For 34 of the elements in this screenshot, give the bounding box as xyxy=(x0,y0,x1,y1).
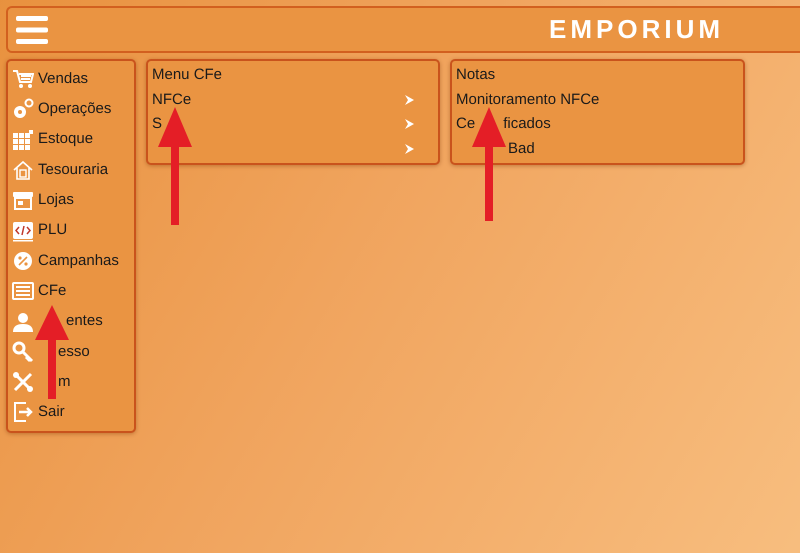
submenu-item[interactable]: Menu CFe xyxy=(152,64,222,86)
submenu-item[interactable]: NFCe xyxy=(152,88,192,111)
person-icon xyxy=(12,310,34,333)
submenu-item[interactable]: Monitoramento NFCe xyxy=(456,88,600,111)
sidebar-item[interactable]: Sair xyxy=(38,401,65,424)
sidebar-item[interactable]: PLU xyxy=(38,219,68,242)
submenu-item[interactable]: Notas xyxy=(456,64,496,86)
code-icon xyxy=(12,220,34,242)
house-icon xyxy=(12,159,34,182)
sidebar-item[interactable]: Operações xyxy=(38,98,112,121)
cart-icon xyxy=(12,68,34,90)
list-icon xyxy=(12,280,34,302)
sidebar-item[interactable]: m xyxy=(58,370,70,394)
sidebar-item[interactable]: entes xyxy=(66,310,103,333)
sidebar-item[interactable]: Estoque xyxy=(38,128,94,151)
percent-icon xyxy=(12,250,34,272)
sidebar-item[interactable]: CFe xyxy=(38,280,66,302)
gears-icon xyxy=(12,98,34,120)
grid-icon xyxy=(12,128,34,151)
menu-icon[interactable] xyxy=(16,14,48,44)
submenu-item[interactable]: S xyxy=(152,113,162,136)
sidebar-item[interactable]: Vendas xyxy=(38,68,88,90)
text-fragment[interactable]: Ce xyxy=(456,113,476,136)
tools-icon xyxy=(12,371,34,394)
store-icon xyxy=(12,189,34,212)
sidebar-item[interactable]: Campanhas xyxy=(38,250,119,272)
key-icon xyxy=(12,340,34,363)
exit-icon xyxy=(12,401,34,424)
logo: EMPORIUM xyxy=(549,13,724,46)
sidebar-item[interactable]: Lojas xyxy=(38,189,74,212)
text-fragment[interactable]: ficados xyxy=(503,113,551,136)
submenu-item[interactable]: Bad xyxy=(508,138,535,160)
sidebar-item[interactable]: Tesouraria xyxy=(38,158,108,182)
sidebar-item[interactable]: esso xyxy=(58,340,90,364)
